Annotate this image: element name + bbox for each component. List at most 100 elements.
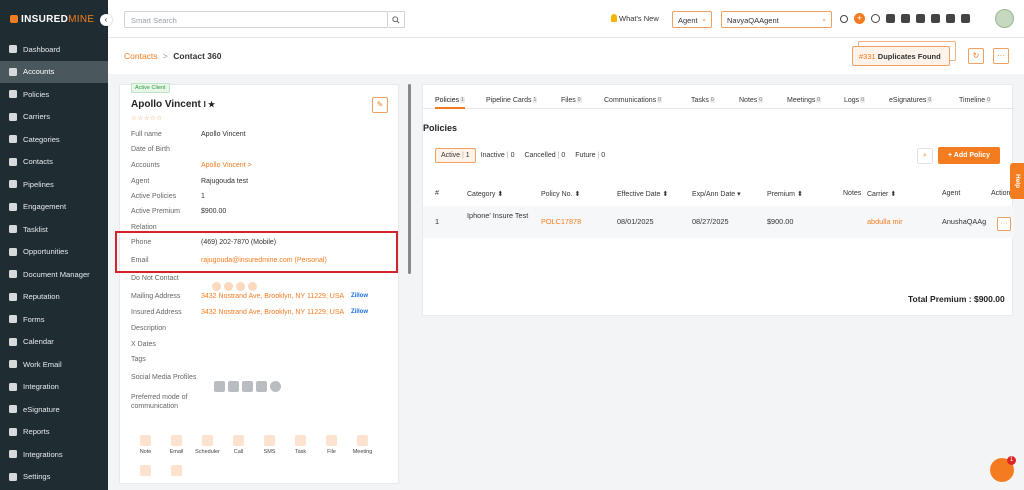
zillow-link[interactable]: Zillow [351, 293, 368, 299]
notification-icon[interactable] [916, 14, 925, 23]
sidebar-item-calendar[interactable]: Calendar [0, 331, 108, 354]
sidebar-item-tasklist[interactable]: Tasklist [0, 218, 108, 241]
sidebar-item-policies[interactable]: Policies [0, 83, 108, 106]
sidebar-item-dashboard[interactable]: Dashboard [0, 38, 108, 61]
call-icon[interactable] [236, 282, 245, 291]
rating-stars[interactable]: ☆☆☆☆☆ [131, 114, 163, 122]
tab-meetings[interactable]: Meetings 0 [787, 97, 822, 104]
twitter-icon[interactable] [242, 381, 253, 392]
refresh-button[interactable]: ↻ [968, 48, 984, 64]
logo[interactable]: INSURED MINE [0, 0, 108, 38]
refresh-icon[interactable] [840, 14, 848, 23]
field-value[interactable]: 3432 Nostrand Ave, Brooklyn, NY 11229, U… [201, 293, 344, 300]
filter-count: 1 [465, 152, 470, 159]
chip-icon[interactable] [946, 14, 955, 23]
filter-cancelled[interactable]: Cancelled | 0 [519, 152, 570, 159]
chat-icon[interactable] [901, 14, 910, 23]
action-email[interactable]: Email [161, 431, 192, 461]
help-tab[interactable]: Help [1010, 163, 1024, 199]
sidebar-item-esignature[interactable]: eSignature [0, 398, 108, 421]
column-header[interactable]: Carrier ⬍ [867, 190, 896, 198]
sidebar-item-categories[interactable]: Categories [0, 128, 108, 151]
column-header[interactable]: Category ⬍ [467, 190, 503, 198]
sidebar-item-forms[interactable]: Forms [0, 308, 108, 331]
row-action-menu-button[interactable]: ··· [997, 217, 1011, 231]
filter-inactive[interactable]: Inactive | 0 [476, 152, 520, 159]
tab-policies[interactable]: Policies 1 [435, 97, 465, 109]
search-button[interactable] [388, 11, 405, 28]
column-header[interactable]: Premium ⬍ [767, 190, 803, 198]
search-input[interactable]: Smart Search [124, 11, 388, 28]
filter-active[interactable]: Active | 1 [435, 148, 476, 163]
card-scrollbar[interactable] [408, 84, 411, 274]
action-scheduler[interactable]: Scheduler [192, 431, 223, 461]
more-options-button[interactable]: ··· [993, 48, 1009, 64]
sms-icon[interactable] [224, 282, 233, 291]
column-header[interactable]: Policy No. ⬍ [541, 190, 580, 198]
clock-icon[interactable] [871, 14, 880, 23]
action-sms[interactable]: SMS [254, 431, 285, 461]
action-call[interactable]: Call [223, 431, 254, 461]
action-meeting[interactable]: Meeting [347, 431, 378, 461]
field-value[interactable]: 3432 Nostrand Ave, Brooklyn, NY 11229, U… [201, 309, 344, 316]
role-select[interactable]: Agent ⌄ [672, 11, 712, 28]
breadcrumb-link-contacts[interactable]: Contacts [124, 51, 158, 61]
action-more-9[interactable] [161, 461, 192, 490]
phone-icon[interactable] [212, 282, 221, 291]
duplicates-found-button[interactable]: #331 Duplicates Found [852, 46, 950, 66]
sidebar-item-work-email[interactable]: Work Email [0, 353, 108, 376]
phone-icon[interactable] [931, 14, 940, 23]
sidebar-item-engagement[interactable]: Engagement [0, 196, 108, 219]
sidebar-item-opportunities[interactable]: Opportunities [0, 241, 108, 264]
sidebar-item-contacts[interactable]: Contacts [0, 151, 108, 174]
tab-communications[interactable]: Communications 0 [604, 97, 662, 104]
action-label: Meeting [352, 449, 373, 455]
sidebar-item-document-manager[interactable]: Document Manager [0, 263, 108, 286]
cell-carrier[interactable]: abdulla mir [867, 217, 903, 226]
user-avatar[interactable] [995, 9, 1014, 28]
email-icon[interactable] [248, 282, 257, 291]
add-icon[interactable]: + [854, 13, 865, 24]
tab-files[interactable]: Files 0 [561, 97, 582, 104]
add-policy-button[interactable]: + Add Policy [938, 147, 1000, 164]
agent-select[interactable]: NavyaQAAgent ⌄ [721, 11, 832, 28]
action-file[interactable]: File [316, 431, 347, 461]
chat-widget-button[interactable]: 1 [990, 456, 1016, 482]
zillow-link[interactable]: Zillow [351, 309, 368, 315]
document-icon[interactable] [961, 14, 970, 23]
contact-name-suffix[interactable]: I ★ [204, 100, 216, 109]
filter-future[interactable]: Future | 0 [570, 152, 610, 159]
sidebar-item-reports[interactable]: Reports [0, 421, 108, 444]
tab-logs[interactable]: Logs 0 [844, 97, 865, 104]
sidebar-item-pipelines[interactable]: Pipelines [0, 173, 108, 196]
table-row[interactable]: 1 Iphone' Insure Test POLC17878 08/01/2025 0… [423, 206, 1014, 238]
instagram-icon[interactable] [256, 381, 267, 392]
tab-pipeline-cards[interactable]: Pipeline Cards 1 [486, 97, 538, 104]
sidebar-item-carriers[interactable]: Carriers [0, 106, 108, 129]
tab-esignatures[interactable]: eSignatures 0 [889, 97, 933, 104]
linkedin-icon[interactable] [214, 381, 225, 392]
sidebar-item-accounts[interactable]: Accounts [0, 60, 108, 83]
facebook-icon[interactable] [228, 381, 239, 392]
action-more-8[interactable] [130, 461, 161, 490]
column-header[interactable]: Effective Date ⬍ [617, 190, 668, 198]
sidebar-collapse-button[interactable]: ‹ [100, 14, 112, 26]
tab-tasks[interactable]: Tasks 0 [691, 97, 715, 104]
field-value[interactable]: Apollo Vincent > [201, 162, 252, 169]
cell-policy-no[interactable]: POLC17878 [541, 217, 581, 226]
action-note[interactable]: Note [130, 431, 161, 461]
sidebar-item-integrations[interactable]: Integrations [0, 443, 108, 466]
tab-timeline[interactable]: Timeline 0 [959, 97, 991, 104]
sidebar-item-settings[interactable]: Settings [0, 466, 108, 489]
edit-contact-button[interactable]: ✎ [372, 97, 388, 113]
whats-new-button[interactable]: What's New [611, 14, 659, 23]
globe-icon[interactable] [270, 381, 281, 392]
column-header[interactable]: Exp/Ann Date ▾ [692, 190, 741, 198]
policy-search-button[interactable]: ⌕ [917, 148, 933, 164]
action-task[interactable]: Task [285, 431, 316, 461]
tab-notes[interactable]: Notes 0 [739, 97, 764, 104]
bell-icon[interactable] [886, 14, 895, 23]
sidebar-item-reputation[interactable]: Reputation [0, 286, 108, 309]
sidebar-item-integration[interactable]: Integration [0, 376, 108, 399]
column-header: Action [991, 190, 1011, 197]
